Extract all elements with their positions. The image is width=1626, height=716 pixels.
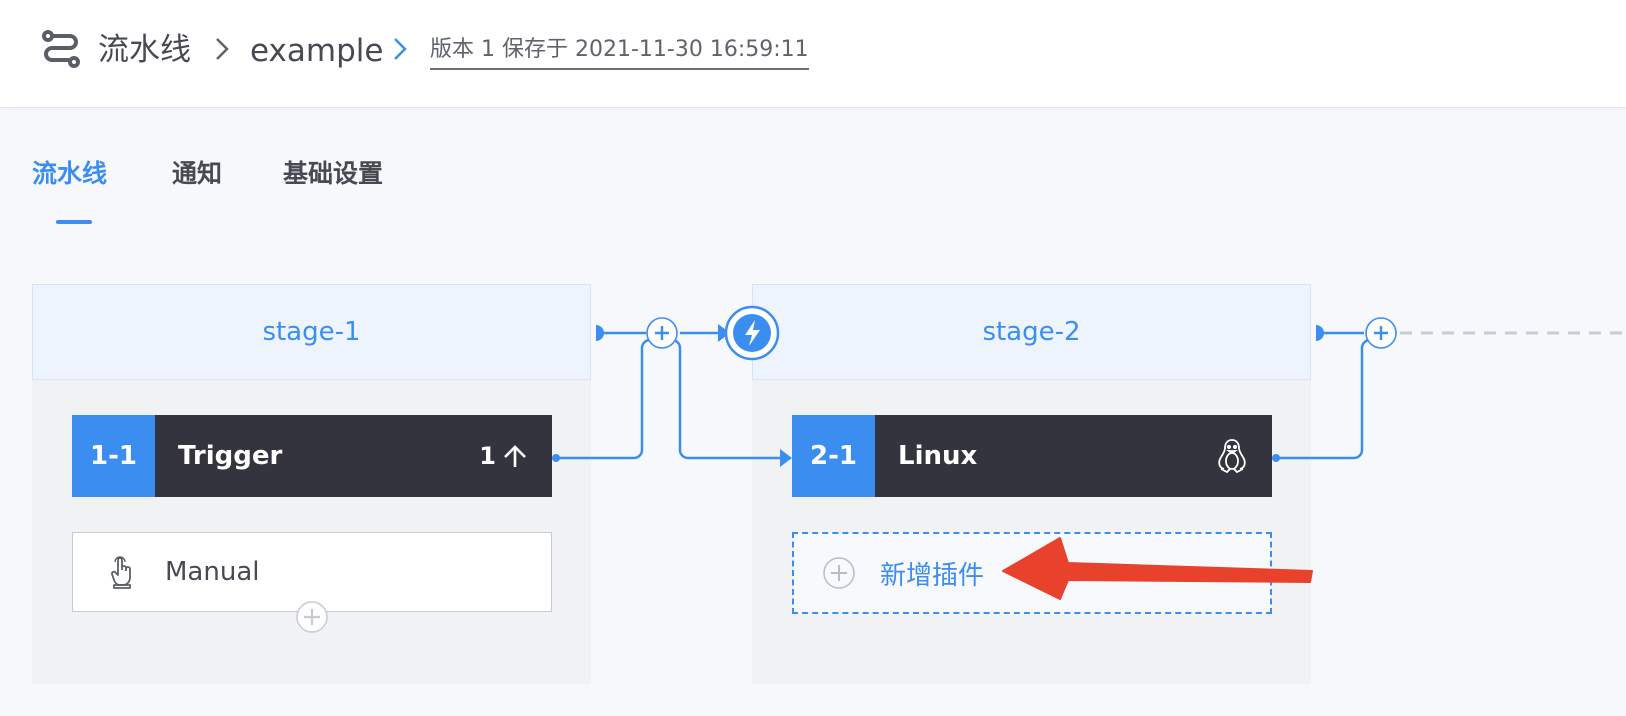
task-label: Manual (165, 557, 260, 587)
plus-circle-icon (823, 557, 855, 589)
breadcrumb-version-link[interactable]: 版本 1 保存于 2021-11-30 16:59:11 (430, 33, 809, 70)
job-id-badge: 1-1 (72, 415, 155, 497)
job-count: 1 (479, 442, 496, 470)
chevron-right-icon (394, 38, 407, 60)
linux-tux-icon (1218, 439, 1246, 474)
job-card-linux[interactable]: 2-1 Linux (792, 415, 1272, 497)
tab-notification[interactable]: 通知 (172, 152, 222, 196)
lightning-trigger-icon[interactable] (724, 305, 780, 361)
job-id-badge: 2-1 (792, 415, 875, 497)
add-stage-plus-icon[interactable] (1364, 316, 1398, 350)
job-name: Linux (898, 441, 978, 471)
add-stage-plus-icon[interactable] (645, 316, 679, 350)
job-card-trigger[interactable]: 1-1 Trigger 1 (72, 415, 552, 497)
stage-name: stage-2 (982, 317, 1081, 347)
active-tab-indicator (56, 220, 92, 224)
breadcrumb-pipeline-name[interactable]: example (250, 29, 383, 73)
pipeline-logo-icon[interactable] (40, 28, 82, 70)
tab-basic-settings[interactable]: 基础设置 (283, 152, 383, 196)
chevron-right-icon (216, 38, 229, 60)
stage-header-2[interactable]: stage-2 (752, 284, 1311, 380)
stage-name: stage-1 (262, 317, 361, 347)
stage-header-1[interactable]: stage-1 (32, 284, 591, 380)
hand-pointer-icon (111, 556, 131, 589)
upload-arrow-icon (504, 445, 526, 467)
add-plugin-button[interactable]: 新增插件 (792, 532, 1272, 614)
top-bar: 流水线 example 版本 1 保存于 2021-11-30 16:59:11 (0, 0, 1626, 108)
job-name: Trigger (178, 441, 283, 471)
tab-pipeline[interactable]: 流水线 (32, 152, 107, 196)
add-plugin-label: 新增插件 (880, 560, 985, 591)
add-task-plus-icon[interactable] (295, 600, 329, 634)
breadcrumb-root[interactable]: 流水线 (98, 28, 191, 72)
